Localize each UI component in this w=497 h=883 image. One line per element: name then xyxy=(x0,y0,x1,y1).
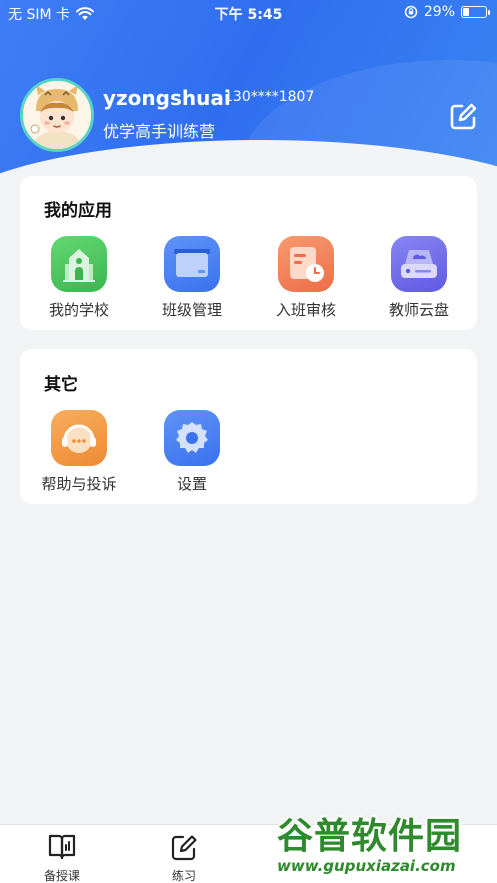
status-bar: 无 SIM 卡 下午 5:45 29% xyxy=(0,0,497,26)
watermark-title: 谷普软件园 xyxy=(277,816,463,857)
others-title: 其它 xyxy=(44,375,78,395)
phone-number: 130****1807 xyxy=(224,89,315,105)
avatar[interactable] xyxy=(20,78,94,152)
my-apps-card: 我的应用 我的学校 班级管理 入班审核 教师云盘 xyxy=(20,176,477,330)
headset-icon xyxy=(51,410,107,466)
app-my-school[interactable]: 我的学校 xyxy=(24,236,134,320)
app-cloud-drive-label: 教师云盘 xyxy=(388,301,449,319)
tab-lessons-label: 备授课 xyxy=(43,869,80,883)
battery-percent: 29% xyxy=(423,4,455,20)
my-apps-title: 我的应用 xyxy=(44,201,112,221)
app-class-management-label: 班级管理 xyxy=(161,301,222,319)
cloud-drive-icon xyxy=(391,236,447,292)
watermark-url: www.gupuxiazai.com xyxy=(277,857,456,875)
app-my-school-label: 我的学校 xyxy=(48,301,109,319)
profile-section: yzongshuai 130****1807 优学高手训练营 xyxy=(20,78,480,158)
username: yzongshuai xyxy=(103,86,231,110)
app-enrollment-review-label: 入班审核 xyxy=(275,301,336,319)
app-settings-label: 设置 xyxy=(176,475,207,493)
tab-practice[interactable]: 练习 xyxy=(144,833,224,883)
lesson-book-icon xyxy=(48,834,76,860)
tab-lessons[interactable]: 备授课 xyxy=(22,833,102,883)
others-card: 其它 帮助与投诉 设置 xyxy=(20,349,477,504)
app-settings[interactable]: 设置 xyxy=(137,410,247,494)
app-enrollment-review[interactable]: 入班审核 xyxy=(251,236,361,320)
practice-edit-icon xyxy=(171,835,197,861)
site-watermark: 谷普软件园 www.gupuxiazai.com xyxy=(271,803,493,881)
app-cloud-drive[interactable]: 教师云盘 xyxy=(364,236,474,320)
app-class-management[interactable]: 班级管理 xyxy=(137,236,247,320)
tab-practice-label: 练习 xyxy=(171,869,196,883)
app-help-complaints-label: 帮助与投诉 xyxy=(41,475,117,493)
battery-icon xyxy=(461,6,490,18)
orientation-lock-icon xyxy=(404,5,418,19)
class-management-icon xyxy=(164,236,220,292)
organization-name: 优学高手训练营 xyxy=(103,122,216,141)
school-icon xyxy=(51,236,107,292)
settings-gear-icon xyxy=(164,410,220,466)
battery-level-fill xyxy=(463,8,470,16)
edit-icon xyxy=(450,103,477,130)
app-help-complaints[interactable]: 帮助与投诉 xyxy=(24,410,134,494)
edit-profile-button[interactable] xyxy=(446,100,480,134)
avatar-illustration xyxy=(23,81,91,149)
enrollment-review-icon xyxy=(278,236,334,292)
